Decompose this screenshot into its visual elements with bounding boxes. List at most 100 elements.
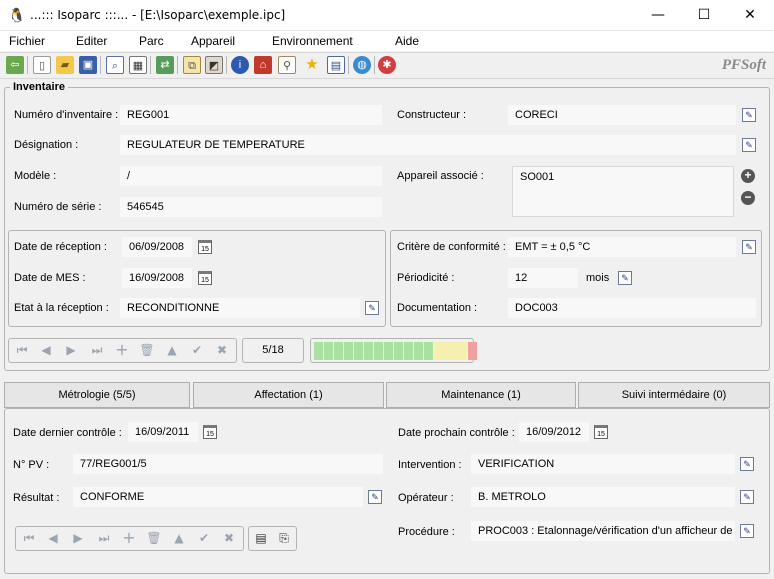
tab-suivi-intermediaire[interactable]: Suivi intermédaire (0): [578, 382, 770, 408]
first-record-icon[interactable]: ⏮: [12, 340, 32, 360]
procedure-field[interactable]: PROC003 : Etalonnage/vérification d'un a…: [471, 521, 735, 541]
documentation-field[interactable]: DOC003: [508, 298, 756, 318]
constructeur-label: Constructeur :: [397, 109, 467, 121]
calculator-icon[interactable]: ▤: [327, 56, 345, 74]
etat-reception-label: Etat à la réception :: [14, 302, 109, 314]
copy-icon[interactable]: ⧉: [183, 56, 201, 74]
num-serie-field[interactable]: 546545: [120, 197, 382, 217]
edit-designation-icon[interactable]: ✎: [742, 138, 756, 152]
search-icon[interactable]: ⚲: [278, 56, 296, 74]
grid-view-icon[interactable]: ▤: [251, 528, 271, 548]
open-icon[interactable]: ▰: [56, 56, 74, 74]
brand-logo: PFSoft: [721, 57, 766, 73]
edit-operateur-icon[interactable]: ✎: [740, 490, 754, 504]
prev-record-icon[interactable]: ◀: [36, 340, 56, 360]
penguin-app-icon[interactable]: 🐧: [8, 7, 25, 23]
menu-environnement[interactable]: Environnement: [272, 34, 353, 48]
remove-icon[interactable]: −: [741, 191, 755, 205]
modele-field[interactable]: /: [120, 166, 382, 186]
maximize-button[interactable]: ☐: [681, 0, 727, 31]
edit-critere-icon[interactable]: ✎: [742, 240, 756, 254]
last-record-icon[interactable]: ⏭: [94, 528, 114, 548]
tab-metrologie[interactable]: Métrologie (5/5): [4, 382, 190, 408]
close-button[interactable]: ✕: [727, 0, 773, 31]
bug-icon[interactable]: ✱: [378, 56, 396, 74]
edit-constructeur-icon[interactable]: ✎: [742, 108, 756, 122]
report-icon[interactable]: ▦: [129, 56, 147, 74]
calendar-icon[interactable]: 15: [198, 240, 212, 254]
transfer-icon[interactable]: ⇄: [156, 56, 174, 74]
edit-periodicite-icon[interactable]: ✎: [618, 271, 632, 285]
cancel-record-icon[interactable]: ✖: [219, 528, 239, 548]
num-inventaire-field[interactable]: REG001: [120, 105, 382, 125]
next-record-icon[interactable]: ▶: [61, 340, 81, 360]
edit-resultat-icon[interactable]: ✎: [368, 490, 382, 504]
first-record-icon[interactable]: ⏮: [19, 528, 39, 548]
globe-icon[interactable]: ◍: [353, 56, 371, 74]
confirm-record-icon[interactable]: ✔: [194, 528, 214, 548]
cancel-record-icon[interactable]: ✖: [212, 340, 232, 360]
edit-etat-icon[interactable]: ✎: [365, 301, 379, 315]
confirm-record-icon[interactable]: ✔: [187, 340, 207, 360]
minimize-button[interactable]: —: [635, 0, 681, 31]
appareil-associe-list[interactable]: SO001: [512, 166, 734, 217]
calendar-icon[interactable]: 15: [203, 425, 217, 439]
delete-record-icon[interactable]: 🗑: [144, 528, 164, 548]
progress-segment: [324, 342, 333, 360]
calendar-icon[interactable]: 15: [594, 425, 608, 439]
tab-maintenance[interactable]: Maintenance (1): [386, 382, 576, 408]
date-mes-field[interactable]: 16/09/2008: [122, 268, 192, 288]
edit-record-icon[interactable]: ▲: [162, 340, 182, 360]
inventaire-group: [4, 87, 770, 371]
save-icon[interactable]: ▣: [79, 56, 97, 74]
critere-label: Critère de conformité :: [397, 241, 506, 253]
operateur-field[interactable]: B. METROLO: [471, 487, 735, 507]
favorite-icon[interactable]: ★: [303, 56, 321, 74]
preview-icon[interactable]: ⌕: [106, 56, 124, 74]
calendar-icon[interactable]: 15: [198, 271, 212, 285]
menu-editer[interactable]: Editer: [76, 34, 107, 48]
npv-label: N° PV :: [13, 459, 50, 471]
home-icon[interactable]: ⌂: [254, 56, 272, 74]
resultat-field[interactable]: CONFORME: [73, 487, 363, 507]
periodicite-field[interactable]: 12: [508, 268, 578, 288]
designation-field[interactable]: REGULATEUR DE TEMPERATURE: [120, 135, 736, 155]
toolbar-separator: [100, 56, 101, 74]
num-inventaire-label: Numéro d'inventaire :: [14, 109, 119, 121]
appareil-associe-label: Appareil associé :: [397, 170, 484, 182]
next-record-icon[interactable]: ▶: [68, 528, 88, 548]
date-dernier-field[interactable]: 16/09/2011: [128, 422, 198, 442]
edit-record-icon[interactable]: ▲: [169, 528, 189, 548]
exit-icon[interactable]: ⇦: [6, 56, 24, 74]
date-prochain-field[interactable]: 16/09/2012: [519, 422, 589, 442]
edit-intervention-icon[interactable]: ✎: [740, 457, 754, 471]
info-icon[interactable]: i: [231, 56, 249, 74]
last-record-icon[interactable]: ⏭: [87, 340, 107, 360]
critere-field[interactable]: EMT = ± 0,5 °C: [508, 237, 736, 257]
menu-fichier[interactable]: Fichier: [9, 34, 45, 48]
delete-record-icon[interactable]: 🗑: [137, 340, 157, 360]
menu-appareil[interactable]: Appareil: [191, 34, 235, 48]
documentation-label: Documentation :: [397, 302, 478, 314]
add-record-icon[interactable]: +: [119, 528, 139, 548]
edit-procedure-icon[interactable]: ✎: [740, 524, 754, 538]
etat-reception-field[interactable]: RECONDITIONNE: [120, 298, 360, 318]
filter-icon[interactable]: ◩: [205, 56, 223, 74]
tab-affectation[interactable]: Affectation (1): [193, 382, 384, 408]
num-serie-label: Numéro de série :: [14, 201, 102, 213]
prev-record-icon[interactable]: ◀: [43, 528, 63, 548]
new-icon[interactable]: ▯: [33, 56, 51, 74]
menu-aide[interactable]: Aide: [395, 34, 419, 48]
add-record-icon[interactable]: +: [112, 340, 132, 360]
attachment-dropdown-icon[interactable]: ⎘: [274, 528, 294, 548]
progress-segment: [458, 342, 467, 360]
npv-field[interactable]: 77/REG001/5: [73, 454, 383, 474]
progress-segment: [364, 342, 373, 360]
resultat-label: Résultat :: [13, 492, 60, 504]
date-reception-field[interactable]: 06/09/2008: [122, 237, 192, 257]
add-icon[interactable]: +: [741, 169, 755, 183]
menu-parc[interactable]: Parc: [139, 34, 164, 48]
modele-label: Modèle :: [14, 170, 57, 182]
intervention-field[interactable]: VERIFICATION: [471, 454, 735, 474]
constructeur-field[interactable]: CORECI: [508, 105, 736, 125]
